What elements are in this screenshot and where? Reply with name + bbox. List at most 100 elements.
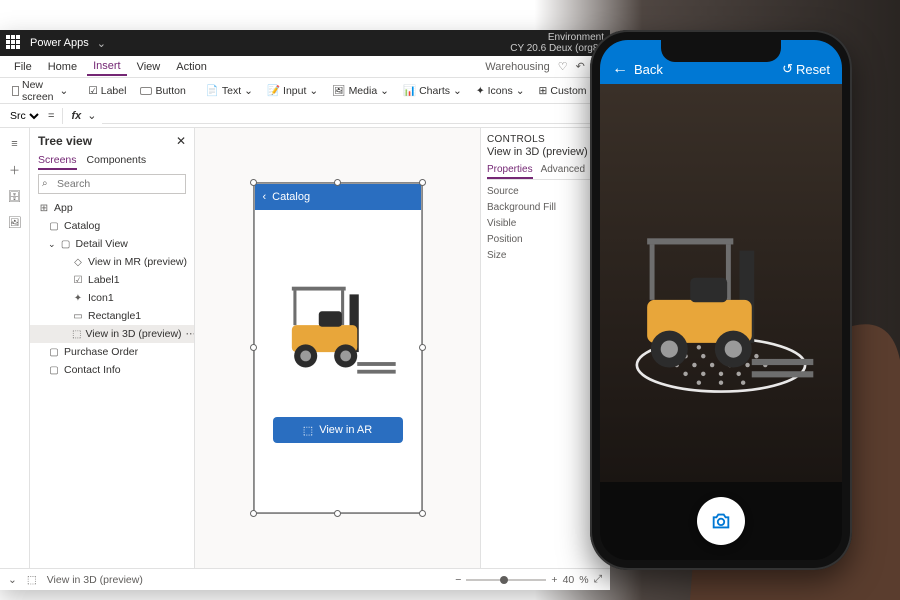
search-icon: ⌕: [42, 178, 48, 189]
canvas-area[interactable]: ‹ Catalog: [195, 128, 480, 568]
canvas-header: ‹ Catalog: [255, 184, 421, 210]
chevron-down-icon[interactable]: ⌄: [87, 109, 96, 122]
fit-icon[interactable]: ⤢: [594, 573, 602, 586]
app-title: Power Apps: [30, 37, 89, 49]
menu-insert[interactable]: Insert: [87, 58, 127, 76]
env-name: CY 20.6 Deux (org8d: [510, 43, 604, 54]
tree-view-panel: Tree view✕ Screens Components ⌕ ⊞App ▢Ca…: [30, 128, 195, 568]
prop-source[interactable]: Source: [487, 186, 604, 197]
menu-view[interactable]: View: [131, 59, 167, 75]
insert-icons-dropdown[interactable]: ✦ Icons ⌄: [470, 82, 531, 100]
tree-view-icon[interactable]: ≡: [7, 136, 23, 152]
insert-text-dropdown[interactable]: 📄 Text ⌄: [200, 81, 259, 100]
prop-visible[interactable]: Visible: [487, 218, 604, 229]
close-icon[interactable]: ✕: [176, 134, 186, 148]
tree-node-rectangle1[interactable]: ▭Rectangle1: [30, 307, 194, 325]
tree-search: ⌕: [38, 174, 186, 194]
forklift-ar-model: [621, 226, 821, 386]
menu-home[interactable]: Home: [42, 59, 83, 75]
prop-size[interactable]: Size: [487, 250, 604, 261]
zoom-out-button[interactable]: −: [455, 574, 461, 586]
new-screen-button[interactable]: New screen ⌄: [6, 76, 74, 106]
chevron-down-icon[interactable]: ⌄: [97, 37, 106, 50]
property-selector[interactable]: Src: [6, 109, 42, 123]
app-icon: ⊞: [38, 202, 50, 214]
label-icon: ☑: [72, 274, 84, 286]
equals-sign: =: [48, 110, 54, 122]
back-arrow-icon[interactable]: ←: [612, 60, 628, 78]
cube-icon: ⬚: [27, 574, 37, 586]
props-section: CONTROLS: [487, 134, 604, 145]
tree-tab-screens[interactable]: Screens: [38, 152, 77, 170]
camera-icon: [710, 510, 732, 532]
tree-node-app[interactable]: ⊞App: [30, 199, 194, 217]
tree-node-icon1[interactable]: ✦Icon1: [30, 289, 194, 307]
icon-icon: ✦: [72, 292, 84, 304]
view-in-ar-button[interactable]: ⬚ View in AR: [273, 417, 403, 443]
tree-node-catalog[interactable]: ▢Catalog: [30, 217, 194, 235]
rectangle-icon: ▭: [72, 310, 84, 322]
insert-charts-dropdown[interactable]: 📊 Charts ⌄: [397, 81, 468, 100]
environment-block[interactable]: Environment CY 20.6 Deux (org8d: [510, 32, 604, 54]
zoom-value: 40: [563, 574, 575, 586]
data-icon[interactable]: 🗄: [7, 188, 23, 204]
cube-icon: ⬚: [72, 328, 81, 340]
back-chevron-icon[interactable]: ‹: [263, 191, 267, 203]
props-control-name: View in 3D (preview): [487, 146, 604, 158]
tree-search-input[interactable]: [38, 174, 186, 194]
formula-bar: Src = fx ⌄: [0, 104, 610, 128]
fx-label: fx: [71, 110, 81, 122]
phone-screen-canvas[interactable]: ‹ Catalog: [254, 183, 422, 513]
more-icon[interactable]: ⋯: [186, 328, 194, 340]
tree-tab-components[interactable]: Components: [87, 152, 147, 170]
insert-icon[interactable]: ＋: [7, 162, 23, 178]
tree-node-detail-view[interactable]: ⌄▢Detail View: [30, 235, 194, 253]
tree-title: Tree view✕: [38, 134, 186, 148]
waffle-icon[interactable]: [6, 35, 22, 51]
tree-node-view-in-3d[interactable]: ⬚View in 3D (preview)⋯: [30, 325, 194, 343]
tree-node-view-in-mr[interactable]: ◇View in MR (preview): [30, 253, 194, 271]
zoom-control: − + 40 % ⤢: [455, 573, 602, 586]
ribbon: New screen ⌄ ☑ Label Button 📄 Text ⌄ 📝 I…: [0, 78, 610, 104]
undo-icon[interactable]: ↶: [576, 60, 585, 73]
media-icon[interactable]: 🖼: [7, 214, 23, 230]
status-selected[interactable]: View in 3D (preview): [47, 574, 143, 586]
menu-file[interactable]: File: [8, 59, 38, 75]
forklift-model: [273, 279, 403, 379]
menu-action[interactable]: Action: [170, 59, 213, 75]
zoom-slider[interactable]: [466, 579, 546, 581]
tree-node-label1[interactable]: ☑Label1: [30, 271, 194, 289]
app-name-label: Warehousing: [485, 61, 549, 73]
insert-media-dropdown[interactable]: 🖼 Media ⌄: [326, 81, 395, 100]
phone-shutter-bar: [600, 482, 842, 560]
back-label[interactable]: Back: [634, 62, 663, 77]
canvas-body: ⬚ View in AR: [255, 210, 421, 512]
screen-icon: ▢: [48, 346, 60, 358]
chevron-down-icon[interactable]: ⌄: [48, 239, 56, 250]
formula-input[interactable]: [102, 108, 604, 124]
props-tab-properties[interactable]: Properties: [487, 162, 533, 179]
insert-button-button[interactable]: Button: [134, 82, 191, 100]
app-checker-icon[interactable]: ♡: [558, 60, 568, 73]
menu-bar: File Home Insert View Action Warehousing…: [0, 56, 610, 78]
tree-node-purchase-order[interactable]: ▢Purchase Order: [30, 343, 194, 361]
props-tab-advanced[interactable]: Advanced: [541, 162, 585, 179]
reset-icon: ↺: [782, 61, 793, 77]
view-in-ar-label: View in AR: [319, 424, 372, 436]
camera-shutter-button[interactable]: [697, 497, 745, 545]
canvas-title: Catalog: [272, 191, 310, 203]
zoom-in-button[interactable]: +: [551, 574, 557, 586]
insert-label-button[interactable]: ☑ Label: [82, 82, 132, 100]
phone-screen: ← Back ↺ Reset: [600, 40, 842, 560]
tree-node-contact-info[interactable]: ▢Contact Info: [30, 361, 194, 379]
chevron-down-icon[interactable]: ⌄: [8, 574, 17, 586]
prop-background-fill[interactable]: Background Fill: [487, 202, 604, 213]
ar-icon: ⬚: [303, 424, 313, 437]
screen-icon: ▢: [48, 220, 60, 232]
screen-icon: ▢: [60, 238, 72, 250]
phone-ar-view[interactable]: [600, 84, 842, 482]
reset-button[interactable]: ↺ Reset: [782, 61, 830, 77]
prop-position[interactable]: Position: [487, 234, 604, 245]
mr-icon: ◇: [72, 256, 84, 268]
insert-input-dropdown[interactable]: 📝 Input ⌄: [261, 81, 324, 100]
